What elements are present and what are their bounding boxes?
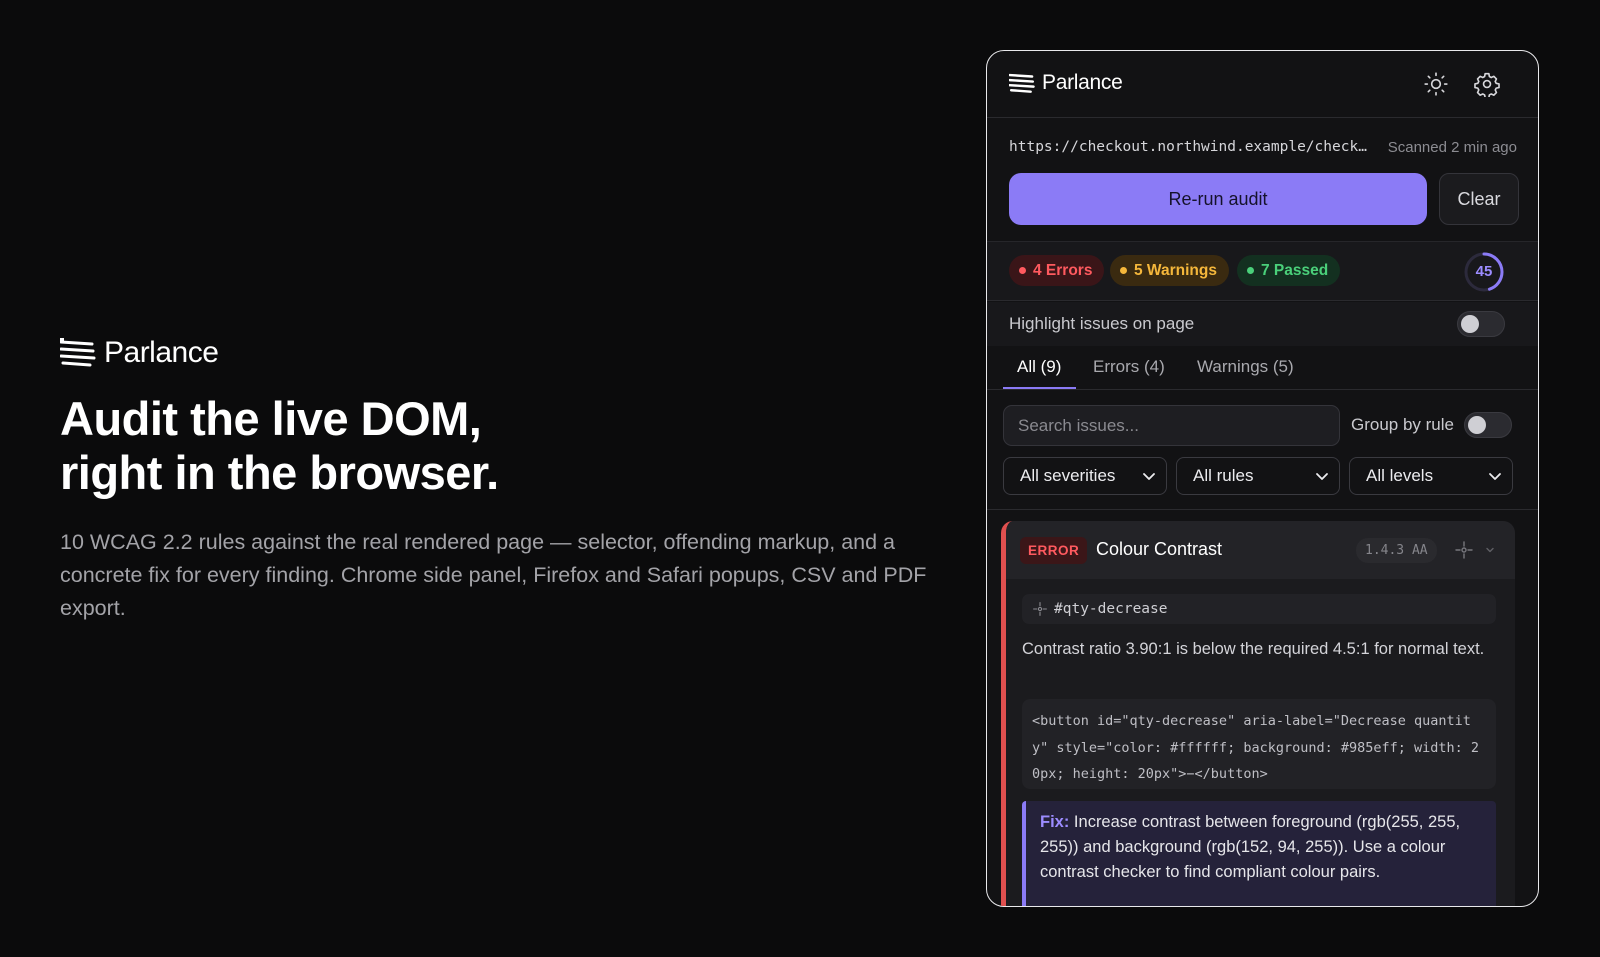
sun-icon xyxy=(1424,72,1448,96)
chevron-down-icon xyxy=(1143,473,1155,480)
scan-info-row: https://checkout.northwind.example/check… xyxy=(1009,137,1517,157)
wcag-criterion-chip: 1.4.3 AA xyxy=(1356,538,1437,563)
severity-badge: ERROR xyxy=(1020,537,1088,564)
hero-brand-name: Parlance xyxy=(104,336,219,369)
chevron-down-icon xyxy=(1489,473,1501,480)
issue-card: ERROR Colour Contrast 1.4.3 AA #qty-decr… xyxy=(1001,521,1515,906)
fix-label: Fix: xyxy=(1040,813,1070,831)
parlance-logo-icon xyxy=(1009,73,1035,93)
scanned-url: https://checkout.northwind.example/check… xyxy=(1009,139,1369,155)
clear-button[interactable]: Clear xyxy=(1439,173,1519,225)
group-by-rule-toggle[interactable] xyxy=(1464,412,1512,438)
highlight-issues-toggle[interactable] xyxy=(1457,311,1505,337)
active-tab-indicator xyxy=(1003,387,1076,389)
hero-logo: Parlance xyxy=(60,336,940,370)
warning-dot-icon xyxy=(1120,267,1127,274)
summary-stats: 4 Errors 5 Warnings 7 Passed 45 xyxy=(987,241,1538,301)
issue-card-header[interactable]: ERROR Colour Contrast 1.4.3 AA xyxy=(1006,521,1515,579)
gear-icon xyxy=(1474,72,1500,97)
severity-filter-value: All severities xyxy=(1020,466,1116,485)
hero-section: Parlance Audit the live DOM, right in th… xyxy=(60,336,940,625)
panel-logo: Parlance xyxy=(1009,71,1123,95)
chevron-down-icon[interactable] xyxy=(1484,544,1496,556)
severity-filter-select[interactable]: All severities xyxy=(1003,457,1167,495)
hero-title-line-1: Audit the live DOM, xyxy=(60,392,482,445)
issue-selector[interactable]: #qty-decrease xyxy=(1022,594,1496,624)
score-value: 45 xyxy=(1475,263,1493,280)
hero-description: 10 WCAG 2.2 rules against the real rende… xyxy=(60,530,927,620)
group-by-rule-label: Group by rule xyxy=(1351,415,1454,434)
highlight-issues-label: Highlight issues on page xyxy=(1009,314,1195,333)
fix-suggestion: Fix: Increase contrast between foregroun… xyxy=(1022,801,1496,906)
issue-tabs: All (9) Errors (4) Warnings (5) xyxy=(987,346,1538,390)
search-issues-input[interactable] xyxy=(1003,405,1340,446)
parlance-logo-icon xyxy=(60,338,96,367)
settings-button[interactable] xyxy=(1472,69,1502,99)
passed-count-label: 7 Passed xyxy=(1261,261,1329,279)
panel-brand-name: Parlance xyxy=(1042,71,1123,94)
extension-panel: Parlance https://checkout.northwind.exam… xyxy=(986,50,1539,907)
passed-count-badge[interactable]: 7 Passed xyxy=(1237,255,1341,286)
rerun-audit-button[interactable]: Re-run audit xyxy=(1009,173,1427,225)
chevron-down-icon xyxy=(1316,473,1328,480)
rule-filter-value: All rules xyxy=(1193,466,1254,485)
errors-count-label: 4 Errors xyxy=(1033,261,1093,279)
toggle-knob xyxy=(1461,315,1479,333)
errors-count-badge[interactable]: 4 Errors xyxy=(1009,255,1105,286)
tab-errors[interactable]: Errors (4) xyxy=(1093,357,1165,377)
tab-all[interactable]: All (9) xyxy=(1017,357,1061,377)
hero-title: Audit the live DOM, right in the browser… xyxy=(60,392,940,500)
passed-dot-icon xyxy=(1247,267,1254,274)
issue-message: Contrast ratio 3.90:1 is below the requi… xyxy=(1022,640,1485,658)
hero-title-line-2: right in the browser. xyxy=(60,446,499,499)
score-ring: 45 xyxy=(1463,251,1505,293)
warnings-count-label: 5 Warnings xyxy=(1134,261,1217,279)
fix-text: Increase contrast between foreground (rg… xyxy=(1040,813,1461,881)
rule-filter-select[interactable]: All rules xyxy=(1176,457,1340,495)
warnings-count-badge[interactable]: 5 Warnings xyxy=(1110,255,1229,286)
theme-toggle-button[interactable] xyxy=(1421,69,1451,99)
toggle-knob xyxy=(1468,416,1486,434)
scan-timestamp: Scanned 2 min ago xyxy=(1387,138,1517,156)
issue-rule-title: Colour Contrast xyxy=(1096,539,1223,559)
divider xyxy=(987,509,1538,510)
error-dot-icon xyxy=(1019,267,1026,274)
panel-header: Parlance xyxy=(987,51,1538,118)
issue-selector-text: #qty-decrease xyxy=(1054,601,1168,617)
level-filter-value: All levels xyxy=(1366,466,1434,485)
highlight-issues-row: Highlight issues on page xyxy=(987,302,1538,346)
level-filter-select[interactable]: All levels xyxy=(1349,457,1513,495)
offending-markup: <button id="qty-decrease" aria-label="De… xyxy=(1022,699,1496,789)
locate-element-icon xyxy=(1033,602,1047,616)
locate-element-icon[interactable] xyxy=(1454,540,1474,560)
tab-warnings[interactable]: Warnings (5) xyxy=(1197,357,1294,377)
